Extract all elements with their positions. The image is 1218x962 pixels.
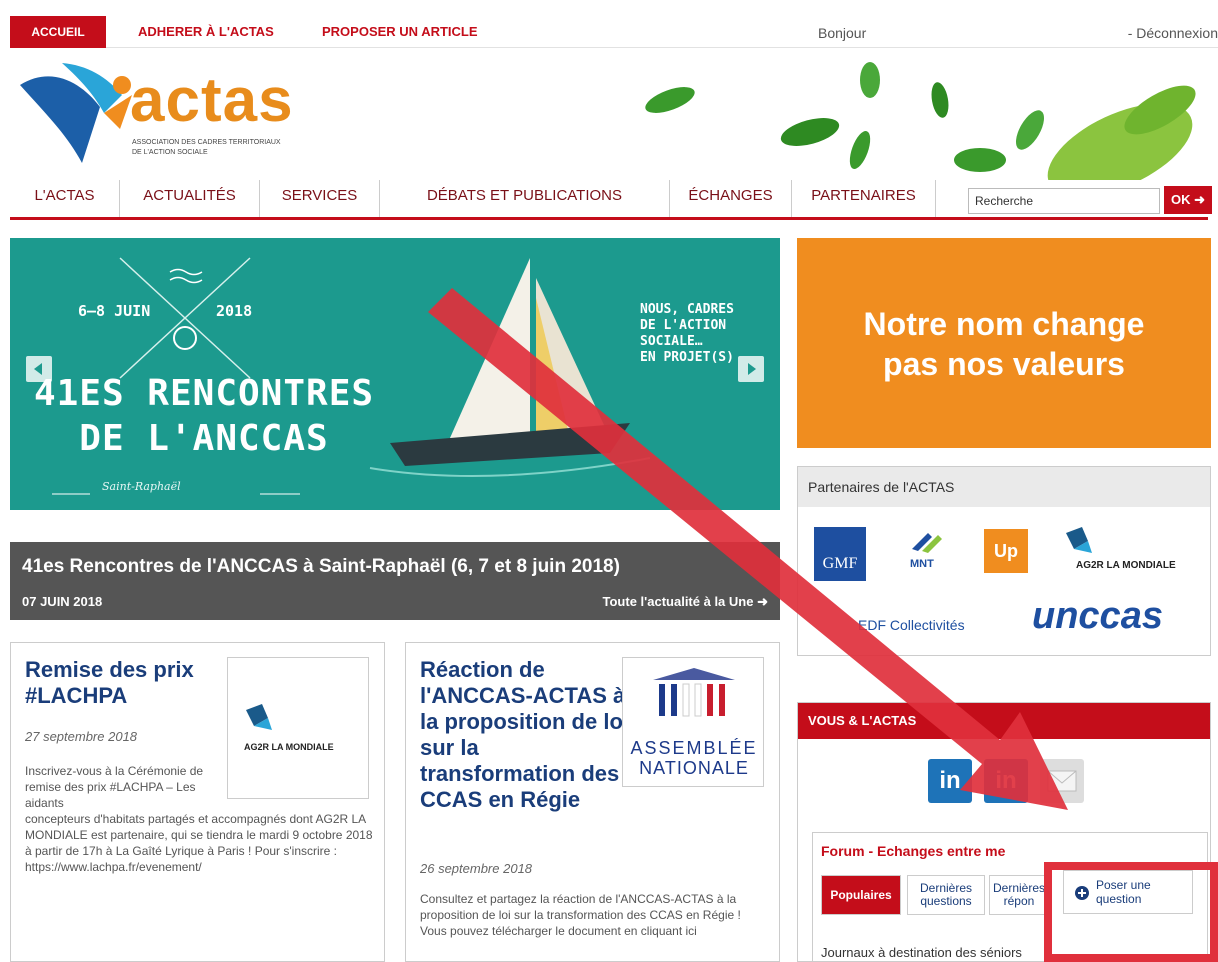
annotation-arrow-icon — [428, 288, 1068, 810]
annotation-highlight-box — [1044, 862, 1218, 962]
